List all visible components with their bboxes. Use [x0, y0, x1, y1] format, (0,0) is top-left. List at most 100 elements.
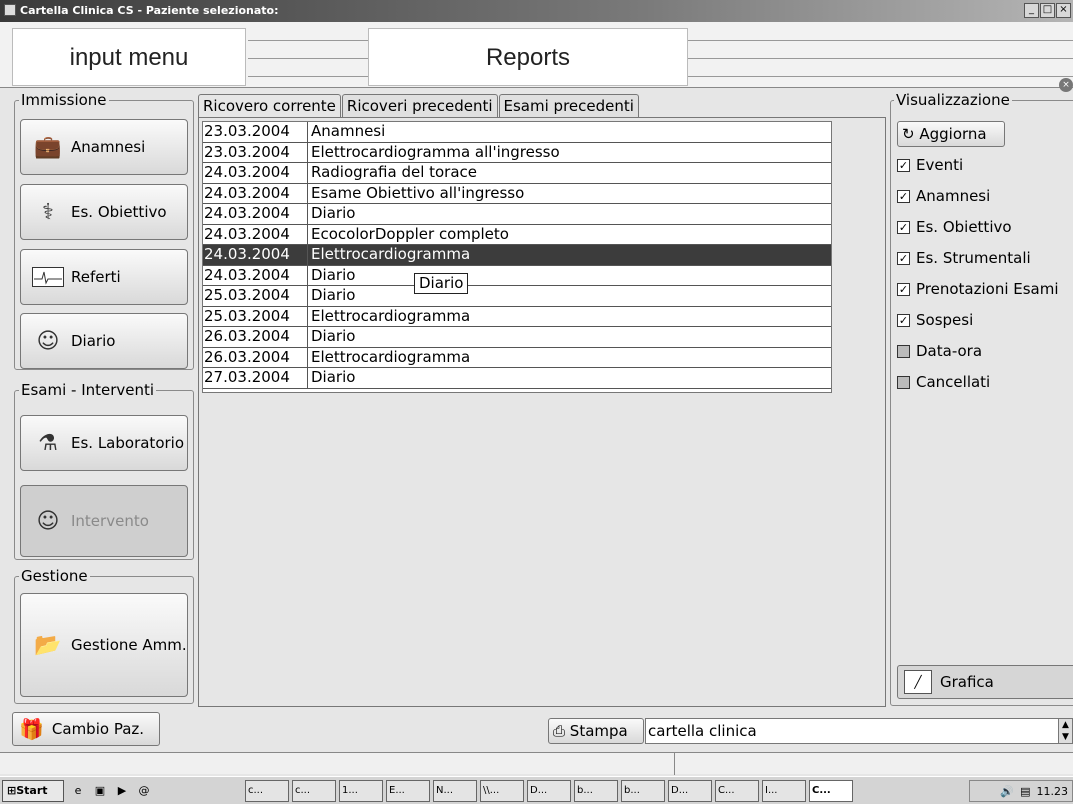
doctor-icon: ☺	[36, 328, 60, 354]
taskbar-item[interactable]: C...	[809, 779, 853, 802]
checkbox-unchecked-icon[interactable]	[897, 344, 910, 358]
event-date: 26.03.2004	[203, 347, 308, 367]
checkbox-prenotazioni-esami[interactable]: ✓ Prenotazioni Esami	[897, 277, 1059, 301]
referti-label: Referti	[71, 268, 121, 286]
checkbox-label: Es. Obiettivo	[916, 218, 1012, 236]
immissione-title: Immissione	[19, 91, 109, 109]
list-item[interactable]: 24.03.2004 EcocolorDoppler completo	[203, 224, 831, 245]
esami-title: Esami - Interventi	[19, 381, 157, 399]
event-label: Diario	[311, 327, 356, 345]
visualizzazione-title: Visualizzazione	[894, 91, 1012, 109]
checkbox-checked-icon[interactable]: ✓	[897, 158, 910, 172]
close-panel-icon[interactable]: ×	[1059, 78, 1073, 92]
taskbar-item[interactable]: D...	[668, 779, 712, 802]
tab-ricovero-corrente[interactable]: Ricovero corrente	[198, 94, 341, 119]
events-list[interactable]: 23.03.2004 Anamnesi 23.03.2004 Elettrocardi…	[202, 121, 832, 393]
outlook-icon[interactable]: @	[136, 783, 152, 799]
list-item[interactable]: 25.03.2004 Diario	[203, 286, 831, 307]
checkbox-checked-icon[interactable]: ✓	[897, 282, 910, 296]
list-item[interactable]: 24.03.2004 Diario	[203, 204, 831, 225]
event-label: Diario	[311, 204, 356, 222]
close-button[interactable]: ×	[1056, 3, 1071, 18]
gestione-amm-button[interactable]: 📂 Gestione Amm.	[20, 593, 188, 697]
diario-button[interactable]: ☺ Diario	[20, 313, 188, 369]
checkbox-unchecked-icon[interactable]	[897, 375, 910, 389]
windows-icon: ⊞	[7, 783, 17, 797]
taskbar-item[interactable]: D...	[527, 779, 571, 802]
list-item[interactable]: 23.03.2004 Elettrocardiogramma all'ingres…	[203, 142, 831, 163]
window-title-bar: Cartella Clinica CS - Paziente seleziona…	[0, 0, 1073, 22]
list-item[interactable]: 24.03.2004 Esame Obiettivo all'ingresso	[203, 183, 831, 204]
checkbox-es-obiettivo[interactable]: ✓ Es. Obiettivo	[897, 215, 1012, 239]
spinner-arrows-icon[interactable]: ▲ ▼	[1058, 719, 1072, 743]
event-date: 23.03.2004	[203, 142, 308, 162]
stampa-button[interactable]: ⎙ Stampa	[548, 718, 644, 744]
checkbox-data-ora[interactable]: Data-ora	[897, 339, 982, 363]
system-tray: 🔊 ▤ 11.23	[969, 780, 1073, 802]
checkbox-cancellati[interactable]: Cancellati	[897, 370, 990, 394]
cambio-paz-button[interactable]: 🎁 Cambio Paz.	[12, 712, 160, 746]
es-laboratorio-button[interactable]: ⚗ Es. Laboratorio	[20, 415, 188, 471]
event-label: Radiografia del torace	[311, 163, 478, 181]
taskbar-item[interactable]: C...	[715, 779, 759, 802]
checkbox-eventi[interactable]: ✓ Eventi	[897, 153, 963, 177]
taskbar-item[interactable]: c...	[245, 779, 289, 802]
list-item[interactable]: 24.03.2004 Elettrocardiogramma	[203, 245, 831, 266]
list-item[interactable]: 27.03.2004 Diario	[203, 368, 831, 389]
checkbox-checked-icon[interactable]: ✓	[897, 313, 910, 327]
tab-esami-precedenti[interactable]: Esami precedenti	[498, 94, 639, 118]
cambio-paz-label: Cambio Paz.	[51, 720, 145, 738]
es-obiettivo-button[interactable]: ⚕ Es. Obiettivo	[20, 184, 188, 240]
network-icon[interactable]: ▤	[1020, 785, 1030, 798]
printer-icon: ⎙	[553, 722, 566, 740]
stampa-select[interactable]: cartella clinica ▲ ▼	[645, 718, 1073, 744]
desktop-icon[interactable]: ▣	[92, 783, 108, 799]
minimize-button[interactable]: _	[1024, 3, 1039, 18]
referti-button[interactable]: Referti	[20, 249, 188, 305]
aggiorna-button[interactable]: ↻ Aggiorna	[897, 121, 1005, 147]
list-item[interactable]: 24.03.2004 Radiografia del torace	[203, 163, 831, 184]
event-label: EcocolorDoppler completo	[311, 224, 509, 243]
start-button[interactable]: ⊞Start	[2, 779, 64, 802]
event-label: Diario	[311, 265, 356, 284]
taskbar-item[interactable]: N...	[433, 779, 477, 802]
checkbox-checked-icon[interactable]: ✓	[897, 189, 910, 203]
event-date: 25.03.2004	[203, 306, 308, 326]
taskbar-item[interactable]: b...	[574, 779, 618, 802]
tab-ricoveri-precedenti[interactable]: Ricoveri precedenti	[341, 94, 498, 118]
list-item[interactable]: 24.03.2004 Diario	[203, 265, 831, 286]
event-label: Esame Obiettivo all'ingresso	[311, 183, 525, 202]
checkbox-sospesi[interactable]: ✓ Sospesi	[897, 308, 973, 332]
es-obiettivo-label: Es. Obiettivo	[71, 203, 167, 221]
ie-icon[interactable]: e	[70, 783, 86, 799]
list-item[interactable]: 25.03.2004 Elettrocardiogramma	[203, 306, 831, 327]
maximize-button[interactable]: □	[1040, 3, 1055, 18]
folder-icon: 📂	[34, 632, 62, 658]
taskbar-item[interactable]: 1...	[339, 779, 383, 802]
ecg-icon	[31, 262, 65, 292]
start-label: Start	[16, 783, 48, 797]
taskbar-item[interactable]: E...	[386, 779, 430, 802]
briefcase-icon: 💼	[34, 134, 62, 160]
checkbox-checked-icon[interactable]: ✓	[897, 251, 910, 265]
grafica-button[interactable]: ╱ Grafica	[897, 665, 1073, 699]
taskbar-item[interactable]: \\...	[480, 779, 524, 802]
taskbar-item[interactable]: b...	[621, 779, 665, 802]
list-item[interactable]: 26.03.2004 Diario	[203, 327, 831, 348]
anamnesi-button[interactable]: 💼 Anamnesi	[20, 119, 188, 175]
checkbox-checked-icon[interactable]: ✓	[897, 220, 910, 234]
list-item[interactable]: 26.03.2004 Elettrocardiogramma	[203, 347, 831, 368]
callout-reports: Reports	[368, 28, 688, 86]
event-label: Elettrocardiogramma	[311, 245, 471, 263]
taskbar-item[interactable]: I...	[762, 779, 806, 802]
media-icon[interactable]: ▶	[114, 783, 130, 799]
event-date: 24.03.2004	[203, 224, 308, 244]
intervento-button[interactable]: ☺ Intervento	[20, 485, 188, 557]
checkbox-label: Sospesi	[916, 311, 974, 329]
list-item[interactable]: 23.03.2004 Anamnesi	[203, 122, 831, 143]
taskbar-item[interactable]: c...	[292, 779, 336, 802]
checkbox-es-strumentali[interactable]: ✓ Es. Strumentali	[897, 246, 1031, 270]
immissione-group: Immissione 💼 Anamnesi ⚕ Es. Obiettivo Refe…	[14, 91, 194, 370]
volume-icon[interactable]: 🔊	[1000, 785, 1014, 798]
checkbox-anamnesi[interactable]: ✓ Anamnesi	[897, 184, 990, 208]
